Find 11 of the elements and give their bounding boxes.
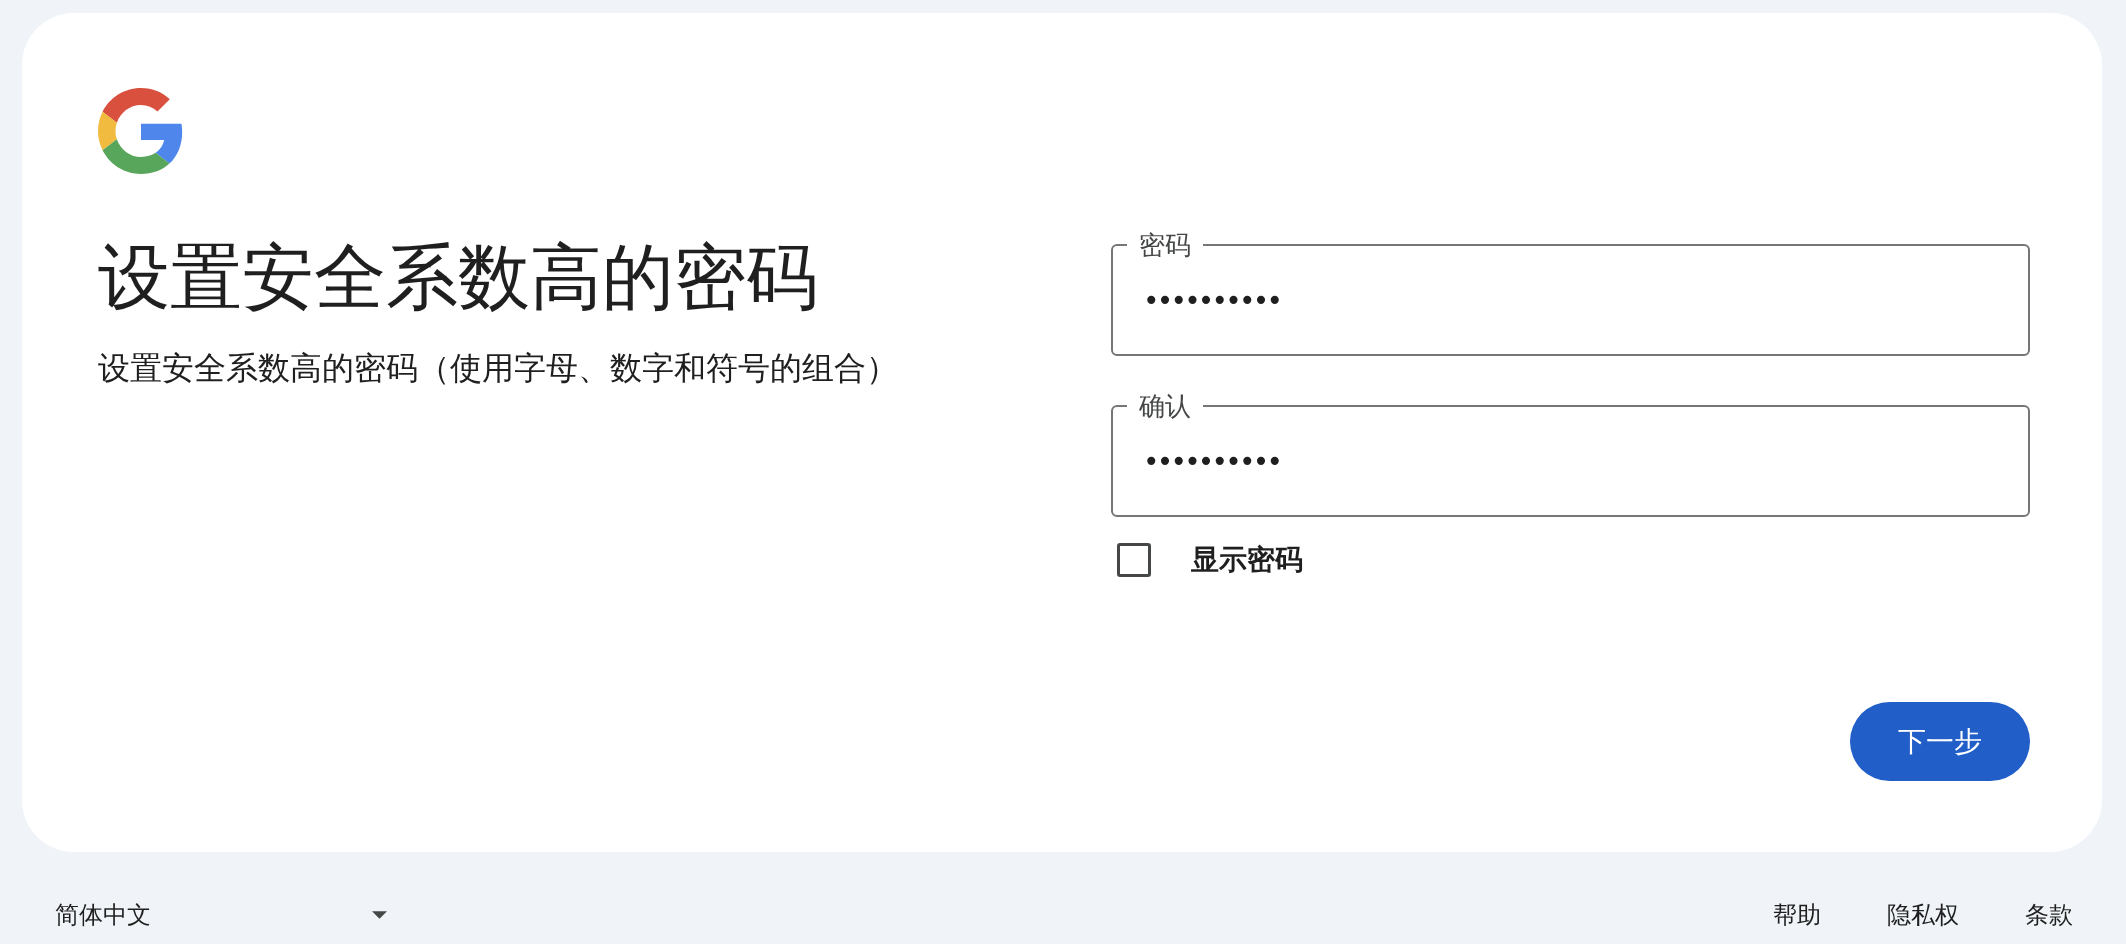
- page-subtitle: 设置安全系数高的密码（使用字母、数字和符号的组合）: [98, 349, 899, 389]
- footer-link[interactable]: 隐私权: [1875, 891, 1971, 939]
- caret-icon: [372, 911, 387, 919]
- footer-link[interactable]: 帮助: [1761, 891, 1833, 939]
- language-select[interactable]: 简体中文: [40, 886, 402, 944]
- footer-link[interactable]: 条款: [2013, 891, 2085, 939]
- next-button[interactable]: 下一步: [1850, 702, 2030, 781]
- checkbox[interactable]: [1117, 543, 1151, 577]
- checkbox-label[interactable]: 显示密码: [1191, 543, 1303, 577]
- page-heading: 设置安全系数高的密码: [98, 236, 819, 319]
- logo-icon: [98, 88, 184, 174]
